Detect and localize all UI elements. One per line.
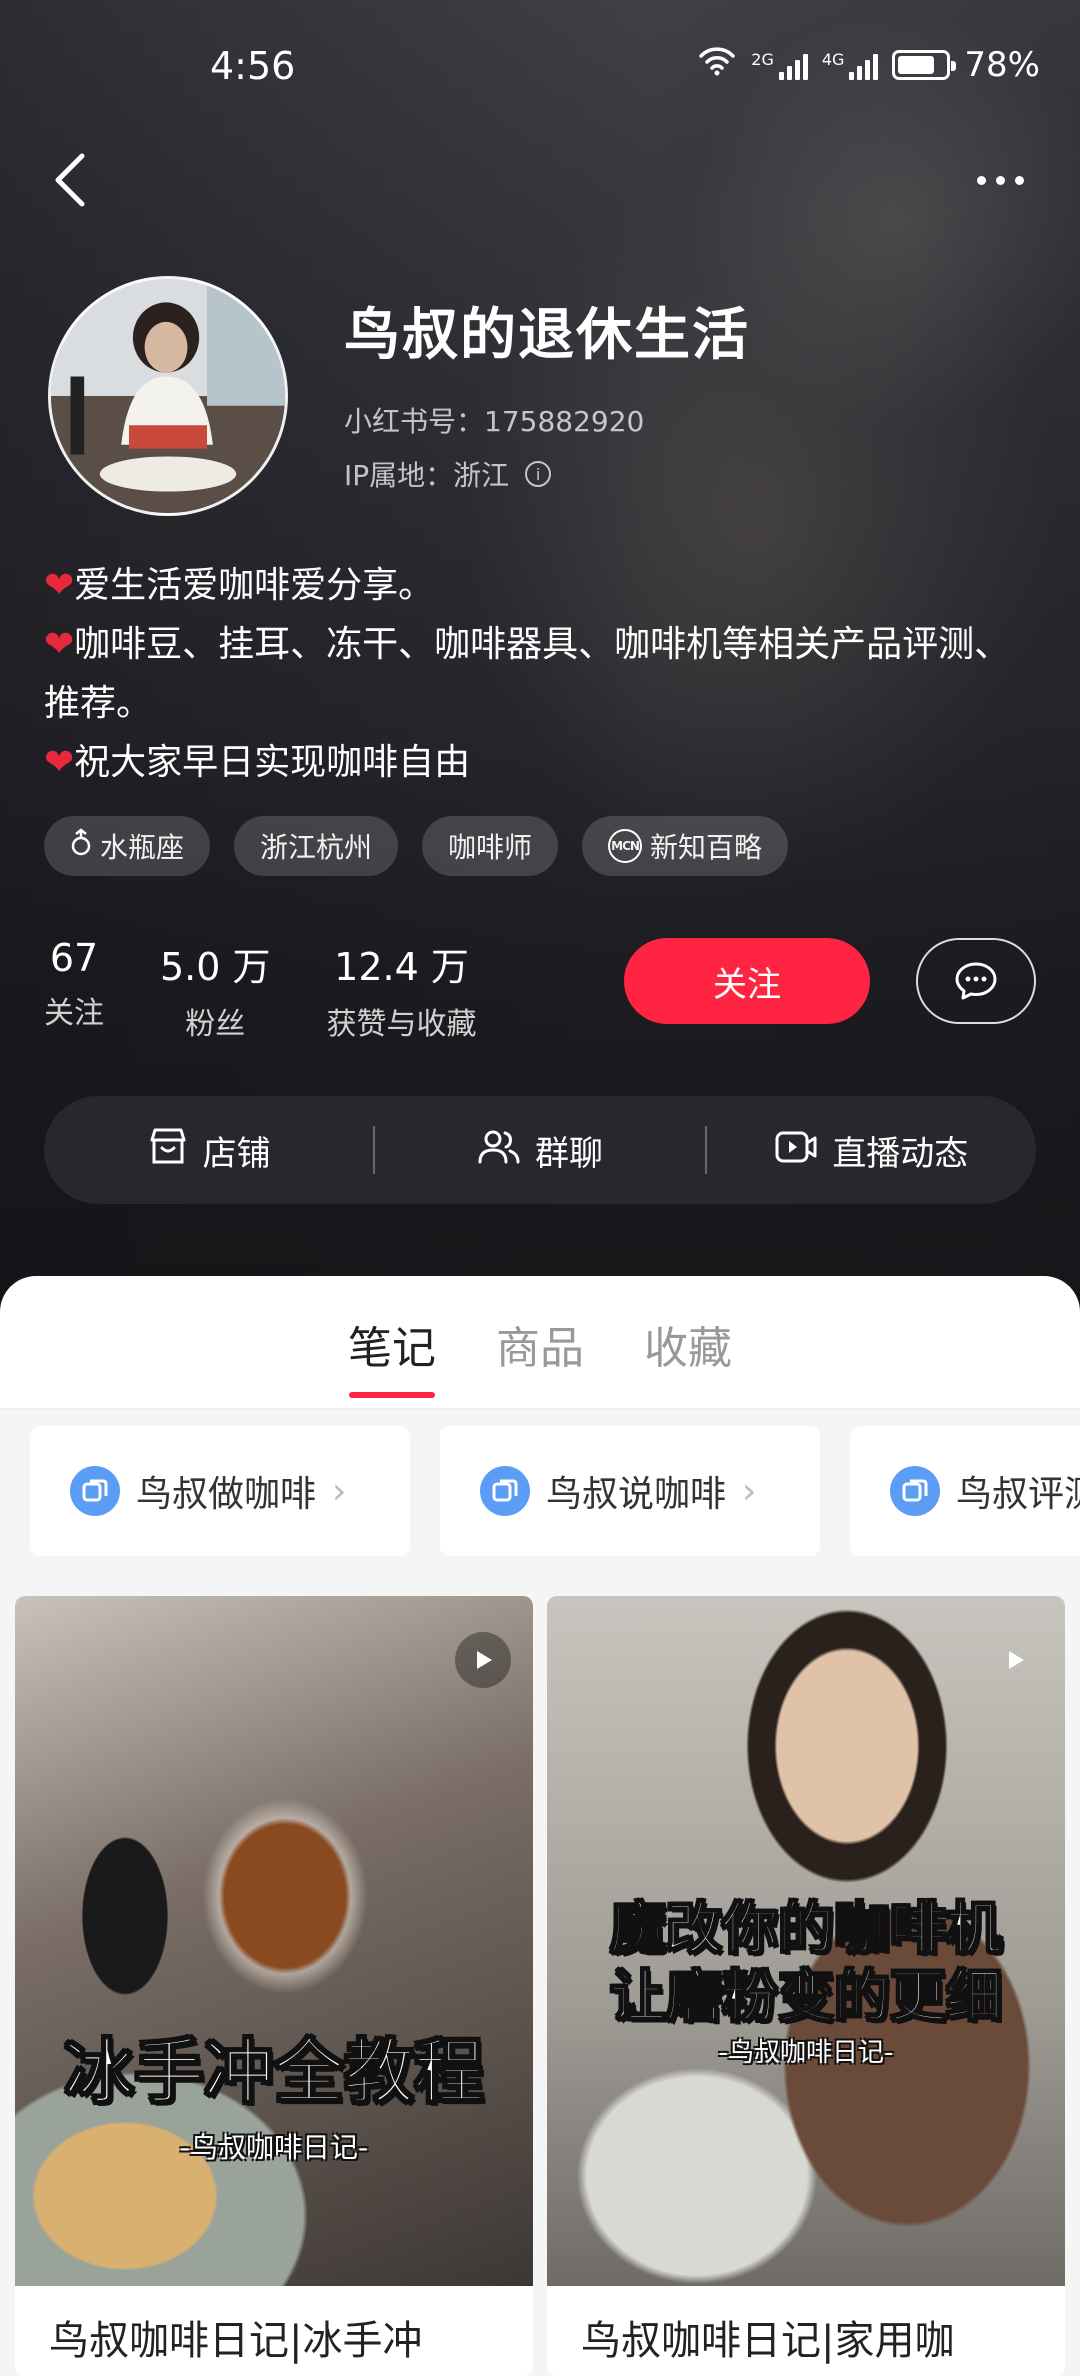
more-options-button[interactable] (960, 160, 1040, 200)
tag-label: 水瓶座 (100, 831, 185, 864)
mcn-icon: MCN (608, 829, 643, 863)
album-label: 鸟叔说咖啡 (546, 1474, 727, 1515)
heart-icon: ❤ (44, 742, 75, 783)
album-item[interactable]: 鸟叔做咖啡 › (30, 1426, 410, 1556)
note-cover-title: 魔改你的咖啡机 让磨粉变的更细 (609, 1896, 1003, 2031)
album-strip: 鸟叔做咖啡 › 鸟叔说咖啡 › 鸟叔评测 (0, 1410, 1080, 1560)
chevron-right-icon: › (742, 1470, 757, 1512)
stat-label: 粉丝 (185, 1007, 246, 1042)
tag-zodiac[interactable]: 水瓶座 (44, 816, 211, 876)
avatar[interactable] (48, 276, 288, 516)
note-title: 鸟叔咖啡日记|冰手冲 (49, 2318, 423, 2364)
album-list: 鸟叔做咖啡 › 鸟叔说咖啡 › 鸟叔评测 (30, 1426, 1080, 1556)
tag-location[interactable]: 浙江杭州 (234, 816, 399, 876)
profile-tabs: 笔记 商品 收藏 (0, 1312, 1080, 1376)
avatar-photo (51, 279, 285, 513)
bio-line: ❤爱生活爱咖啡爱分享。 (44, 565, 435, 606)
profile-tags: 水瓶座 浙江杭州 咖啡师 MCN 新知百略 (44, 816, 789, 876)
more-dot (995, 175, 1005, 185)
info-icon[interactable]: i (525, 461, 552, 487)
tag-mcn[interactable]: MCN 新知百略 (582, 816, 789, 876)
album-item[interactable]: 鸟叔说咖啡 › (440, 1426, 820, 1556)
tag-label: 咖啡师 (448, 831, 533, 864)
status-time: 4:56 (210, 44, 296, 88)
signal-4g-icon: 4G (822, 50, 879, 80)
note-cover-subtitle: -鸟叔咖啡日记- (179, 2131, 369, 2164)
tab-products[interactable]: 商品 (496, 1312, 584, 1376)
tab-notes[interactable]: 笔记 (348, 1312, 436, 1376)
album-label: 鸟叔做咖啡 (136, 1474, 317, 1515)
more-dot (976, 175, 986, 185)
battery-percent: 78% (964, 44, 1040, 85)
tag-label: 新知百略 (650, 831, 763, 864)
note-card[interactable]: 冰手冲全教程 -鸟叔咖啡日记- 鸟叔咖啡日记|冰手冲 (15, 1596, 533, 2376)
more-dot (1014, 175, 1024, 185)
status-bar: 4:56 2G 4G 78% (0, 0, 1080, 130)
album-icon (890, 1466, 940, 1516)
tag-label: 浙江杭州 (260, 831, 373, 864)
stat-number: 67 (49, 936, 99, 980)
signal-2g-icon: 2G (751, 50, 808, 80)
action-label: 群聊 (534, 1133, 603, 1174)
note-cover-subtitle: -鸟叔咖啡日记- (718, 2038, 894, 2068)
chevron-right-icon: › (332, 1470, 347, 1512)
content-panel: 笔记 商品 收藏 鸟叔做咖啡 › 鸟叔说咖啡 › 鸟叔评测 (0, 1276, 1080, 2376)
note-cover-title: 冰手冲全教程 (63, 2031, 485, 2113)
stat-following[interactable]: 67 关注 (44, 936, 104, 1043)
action-label: 直播动态 (832, 1133, 969, 1174)
message-button[interactable] (916, 938, 1036, 1024)
album-item[interactable]: 鸟叔评测 (850, 1426, 1080, 1556)
video-play-icon (455, 1632, 511, 1688)
group-icon (477, 1126, 521, 1175)
heart-icon: ❤ (44, 565, 75, 606)
tag-occupation[interactable]: 咖啡师 (422, 816, 559, 876)
album-icon (70, 1466, 120, 1516)
bio-line: ❤咖啡豆、挂耳、冻干、咖啡器具、咖啡机等相关产品评测、推荐。 (44, 624, 1011, 724)
stat-number: 5.0 万 (160, 945, 271, 989)
album-label: 鸟叔评测 (956, 1474, 1080, 1515)
profile-stats: 67 关注 5.0 万 粉丝 12.4 万 获赞与收藏 (44, 936, 533, 1043)
heart-icon: ❤ (44, 624, 75, 665)
store-icon (147, 1126, 189, 1175)
stat-followers[interactable]: 5.0 万 粉丝 (160, 936, 271, 1043)
note-cover-image (15, 1596, 533, 2286)
video-play-icon (987, 1632, 1043, 1688)
tab-collections[interactable]: 收藏 (644, 1312, 732, 1376)
profile-name: 鸟叔的退休生活 (344, 303, 750, 368)
profile-id: 小红书号：175882920 (344, 405, 645, 438)
store-button[interactable]: 店铺 (44, 1126, 373, 1175)
status-indicators: 2G 4G 78% (697, 44, 1040, 85)
battery-icon (892, 49, 957, 80)
live-updates-button[interactable]: 直播动态 (707, 1126, 1036, 1175)
stat-number: 12.4 万 (334, 945, 469, 989)
back-button[interactable] (44, 140, 104, 220)
action-label: 店铺 (202, 1133, 271, 1174)
stat-likes-collects[interactable]: 12.4 万 获赞与收藏 (327, 936, 477, 1043)
stat-label: 获赞与收藏 (326, 1007, 477, 1042)
follow-button[interactable]: 关注 (624, 938, 870, 1024)
stat-label: 关注 (44, 996, 104, 1031)
live-icon (774, 1126, 818, 1175)
album-icon (480, 1466, 530, 1516)
ip-location-text: IP属地：浙江 (344, 459, 510, 492)
chevron-left-icon (55, 153, 85, 207)
chat-icon (955, 962, 997, 1000)
profile-bio: ❤爱生活爱咖啡爱分享。 ❤咖啡豆、挂耳、冻干、咖啡器具、咖啡机等相关产品评测、推… (44, 556, 1044, 792)
note-title: 鸟叔咖啡日记|家用咖 (581, 2318, 955, 2364)
note-card[interactable]: 魔改你的咖啡机 让磨粉变的更细 -鸟叔咖啡日记- 鸟叔咖啡日记|家用咖 (547, 1596, 1065, 2376)
profile-action-bar: 店铺 群聊 直播动态 (44, 1096, 1036, 1204)
group-chat-button[interactable]: 群聊 (375, 1126, 704, 1175)
aquarius-icon (70, 827, 92, 865)
ip-location: IP属地：浙江 i (344, 454, 552, 494)
bio-line: ❤祝大家早日实现咖啡自由 (44, 742, 471, 783)
wifi-icon (697, 44, 737, 85)
